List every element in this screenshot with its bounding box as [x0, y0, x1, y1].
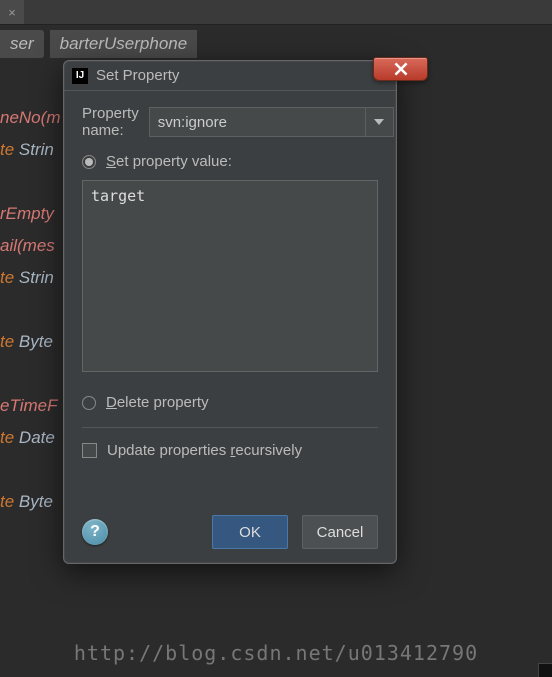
delete-label: Delete property: [106, 394, 209, 411]
dialog-titlebar: IJ Set Property: [64, 61, 396, 91]
cancel-button[interactable]: Cancel: [302, 515, 378, 549]
recursive-checkbox[interactable]: [82, 443, 97, 458]
property-name-row: Property name:: [82, 105, 378, 139]
top-tab-bar: ×: [0, 0, 552, 25]
recursive-label: Update properties recursively: [107, 442, 302, 459]
resize-handle[interactable]: [538, 663, 552, 677]
intellij-icon: IJ: [72, 68, 88, 84]
recursive-row[interactable]: Update properties recursively: [82, 442, 378, 459]
close-button[interactable]: [373, 57, 428, 81]
set-property-dialog: IJ Set Property Property name: Set prope…: [63, 60, 397, 564]
separator: [82, 427, 378, 428]
breadcrumb-item[interactable]: barterUserphone: [50, 30, 198, 58]
property-value-textarea[interactable]: [82, 180, 378, 372]
ok-button[interactable]: OK: [212, 515, 288, 549]
property-name-input[interactable]: [149, 107, 366, 137]
help-button[interactable]: ?: [82, 519, 108, 545]
set-value-label: Set property value:: [106, 153, 232, 170]
tab-close-icon[interactable]: ×: [0, 0, 24, 24]
close-icon: [394, 62, 408, 76]
dialog-body: Property name: Set property value: Delet…: [64, 91, 396, 563]
dialog-buttons: ? OK Cancel: [82, 515, 378, 549]
watermark: http://blog.csdn.net/u013412790: [0, 641, 552, 665]
property-name-label: Property name:: [82, 105, 139, 139]
set-value-radio[interactable]: [82, 155, 96, 169]
chevron-down-icon[interactable]: [366, 107, 394, 137]
breadcrumb: ser barterUserphone: [0, 25, 552, 63]
property-name-combo[interactable]: [149, 107, 394, 137]
delete-radio[interactable]: [82, 396, 96, 410]
set-value-radio-row[interactable]: Set property value:: [82, 153, 378, 170]
delete-radio-row[interactable]: Delete property: [82, 394, 378, 411]
breadcrumb-item[interactable]: ser: [0, 30, 44, 58]
dialog-title: Set Property: [96, 67, 179, 84]
value-textarea-wrap: [82, 180, 378, 376]
